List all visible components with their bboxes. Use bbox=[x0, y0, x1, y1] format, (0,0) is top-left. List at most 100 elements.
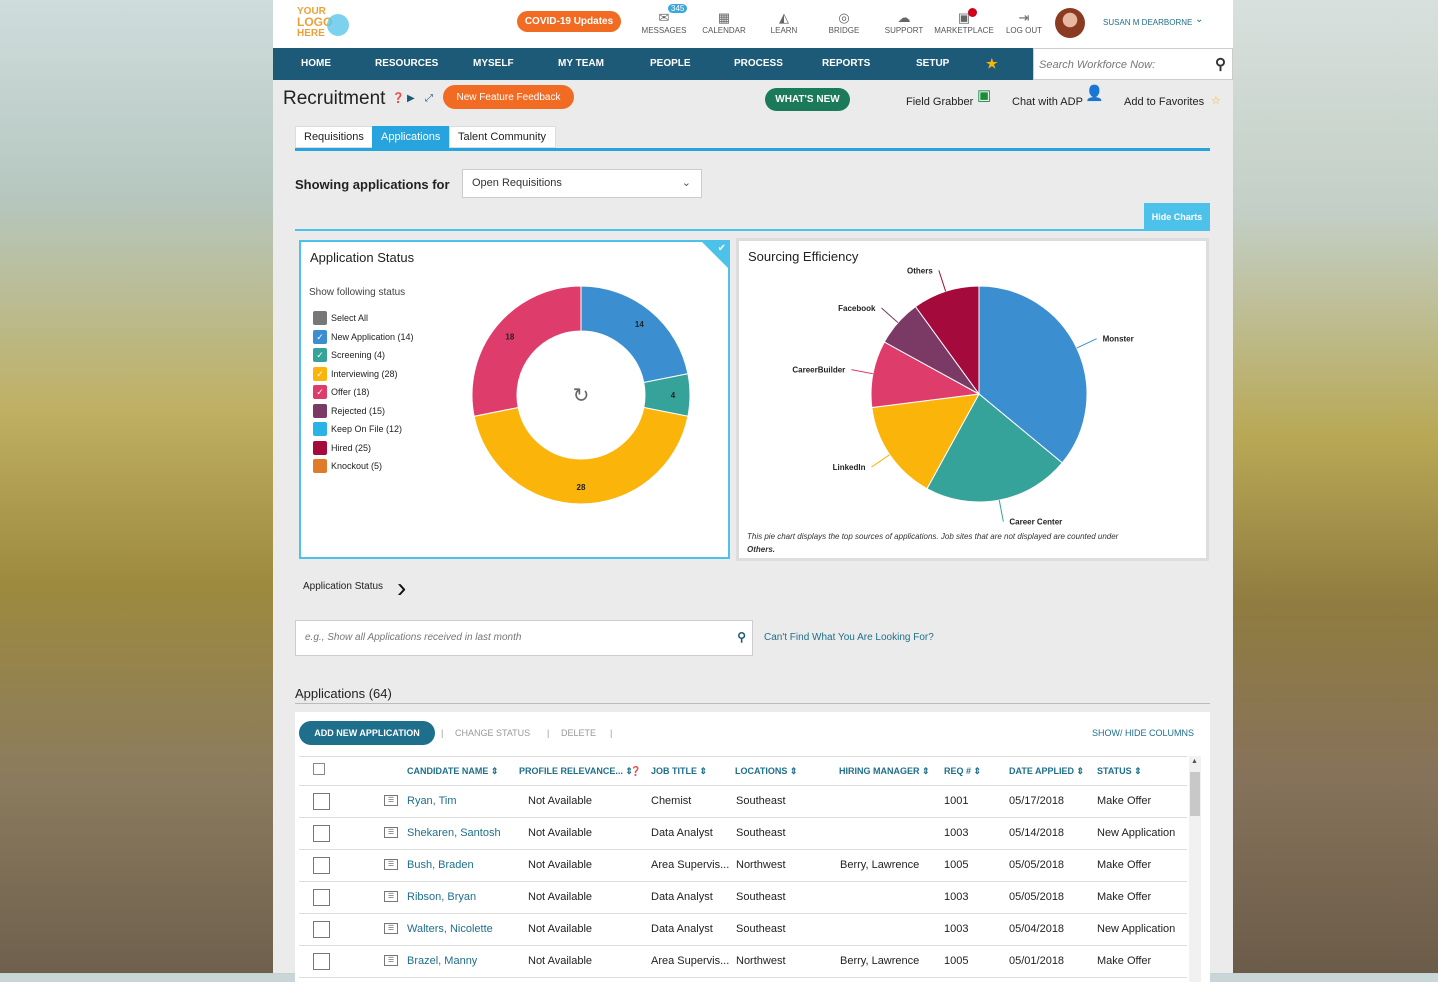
col-req-number[interactable]: REQ # ⇕ bbox=[944, 766, 981, 777]
legend-item[interactable]: Hired (25) bbox=[313, 440, 371, 455]
scroll-thumb[interactable] bbox=[1190, 772, 1200, 816]
cell-rel: Not Available bbox=[528, 955, 593, 967]
sourcing-pie-chart: Monster Career Center LinkedIn CareerBuilde… bbox=[792, 266, 1134, 527]
status-donut-chart: 14 4 28 18 ↻ bbox=[471, 285, 691, 505]
table-row: ☰ Brazel, Manny Not Available Area Supervis… bbox=[299, 946, 1187, 978]
cant-find-link[interactable]: Can't Find What You Are Looking For? bbox=[764, 632, 934, 643]
legend-item[interactable]: Knockout (5) bbox=[313, 459, 382, 473]
vcard-icon[interactable]: ☰ bbox=[384, 827, 398, 838]
vcard-icon[interactable]: ☰ bbox=[384, 923, 398, 934]
pie-connector bbox=[1076, 338, 1097, 349]
content: Requisitions Applications Talent Communi… bbox=[273, 0, 1233, 982]
checked-checkbox[interactable]: ✓ bbox=[313, 366, 327, 381]
select-all-checkbox[interactable] bbox=[313, 763, 325, 775]
requisition-filter-select[interactable]: Open Requisitions ⌄ bbox=[462, 169, 702, 198]
select-value: Open Requisitions bbox=[472, 177, 562, 189]
row-checkbox[interactable] bbox=[313, 825, 330, 842]
unchecked-checkbox[interactable] bbox=[313, 440, 327, 455]
cell-status: Make Offer bbox=[1097, 859, 1152, 871]
cell-req: 1001 bbox=[944, 795, 969, 807]
cell-name[interactable]: Ryan, Tim bbox=[407, 795, 457, 807]
cell-name[interactable]: Brazel, Manny bbox=[407, 955, 477, 967]
legend-item[interactable]: ✓ Screening (4) bbox=[313, 348, 385, 362]
cell-date: 05/17/2018 bbox=[1009, 795, 1065, 807]
pie-label: Monster bbox=[1103, 335, 1134, 344]
cell-job: Data Analyst bbox=[651, 827, 713, 839]
vcard-icon[interactable]: ☰ bbox=[384, 955, 398, 966]
application-status-panel[interactable]: Application Status ✔ Show following stat… bbox=[299, 240, 730, 559]
tab-applications[interactable]: Applications bbox=[372, 126, 450, 148]
col-candidate-name[interactable]: CANDIDATE NAME ⇕ bbox=[407, 766, 498, 777]
application-status-toggle[interactable]: Application Status › bbox=[303, 572, 406, 603]
row-checkbox[interactable] bbox=[313, 793, 330, 810]
row-checkbox[interactable] bbox=[313, 921, 330, 938]
row-checkbox[interactable] bbox=[313, 857, 330, 874]
cell-name[interactable]: Bush, Braden bbox=[407, 859, 474, 871]
refresh-icon[interactable]: ↻ bbox=[573, 385, 590, 407]
cell-job: Chemist bbox=[651, 795, 692, 807]
col-status[interactable]: STATUS ⇕ bbox=[1097, 766, 1142, 777]
pie-label: Career Center bbox=[1009, 518, 1062, 527]
legend-item[interactable]: Rejected (15) bbox=[313, 403, 385, 418]
unchecked-checkbox[interactable] bbox=[313, 311, 327, 325]
unchecked-checkbox[interactable] bbox=[313, 459, 327, 473]
legend-label: Offer (18) bbox=[331, 387, 370, 397]
cell-job: Area Supervis... bbox=[651, 859, 730, 871]
cell-loc: Southeast bbox=[736, 891, 786, 903]
delete-button[interactable]: DELETE bbox=[561, 728, 596, 738]
donut-slice-offer[interactable] bbox=[471, 285, 582, 417]
tab-requisitions[interactable]: Requisitions bbox=[295, 126, 373, 148]
cell-name[interactable]: Walters, Nicolette bbox=[407, 923, 493, 935]
checked-checkbox[interactable]: ✓ bbox=[313, 329, 327, 344]
col-job-title[interactable]: JOB TITLE ⇕ bbox=[651, 766, 707, 777]
legend-label: Select All bbox=[331, 313, 369, 323]
legend-item[interactable]: Keep On File (12) bbox=[313, 422, 402, 436]
unchecked-checkbox[interactable] bbox=[313, 403, 327, 418]
vcard-icon[interactable]: ☰ bbox=[384, 795, 398, 806]
col-date-applied[interactable]: DATE APPLIED ⇕ bbox=[1009, 766, 1084, 777]
query-placeholder: e.g., Show all Applications received in … bbox=[305, 632, 522, 643]
cell-status: Make Offer bbox=[1097, 955, 1152, 967]
scroll-up-icon[interactable]: ▲ bbox=[1191, 758, 1198, 765]
legend-item[interactable]: ✓ New Application (14) bbox=[313, 329, 414, 344]
legend-item[interactable]: ✓ Interviewing (28) bbox=[313, 366, 398, 381]
change-status-button[interactable]: CHANGE STATUS bbox=[455, 728, 530, 738]
search-icon[interactable]: ⚲ bbox=[737, 630, 746, 644]
vcard-icon[interactable]: ☰ bbox=[384, 859, 398, 870]
tab-talent-community[interactable]: Talent Community bbox=[449, 126, 556, 148]
hide-charts-button[interactable]: Hide Charts bbox=[1144, 203, 1210, 230]
cell-status: Make Offer bbox=[1097, 891, 1152, 903]
tab-underline bbox=[295, 148, 1210, 151]
pie-connector bbox=[871, 454, 890, 468]
donut-slice-new-application[interactable] bbox=[580, 285, 689, 384]
legend-item[interactable]: Select All bbox=[313, 311, 368, 325]
pie-label: LinkedIn bbox=[833, 463, 866, 472]
pie-label: Facebook bbox=[838, 304, 876, 313]
natural-language-search-input[interactable]: e.g., Show all Applications received in … bbox=[295, 620, 753, 656]
table-row: ☰ Bush, Braden Not Available Area Supervis.… bbox=[299, 850, 1187, 882]
applications-divider bbox=[295, 703, 1210, 704]
legend-item[interactable]: ✓ Offer (18) bbox=[313, 385, 369, 399]
row-checkbox[interactable] bbox=[313, 889, 330, 906]
cell-date: 05/01/2018 bbox=[1009, 955, 1065, 967]
checked-checkbox[interactable]: ✓ bbox=[313, 348, 327, 362]
cell-status: New Application bbox=[1097, 923, 1176, 935]
pie-label: CareerBuilder bbox=[792, 366, 845, 375]
pie-connector bbox=[938, 270, 947, 292]
table-scrollbar[interactable]: ▲ bbox=[1189, 756, 1201, 982]
col-profile-relevance[interactable]: PROFILE RELEVANCE... ⇕ bbox=[519, 766, 633, 777]
unchecked-checkbox[interactable] bbox=[313, 422, 327, 436]
checked-checkbox[interactable]: ✓ bbox=[313, 385, 327, 399]
legend-label: Screening (4) bbox=[331, 350, 386, 360]
cell-name[interactable]: Shekaren, Santosh bbox=[407, 827, 501, 839]
table-row: ☰ Ribson, Bryan Not Available Data Analyst S… bbox=[299, 882, 1187, 914]
help-icon[interactable]: ❓ bbox=[630, 766, 641, 777]
col-hiring-manager[interactable]: HIRING MANAGER ⇕ bbox=[839, 766, 930, 777]
col-locations[interactable]: LOCATIONS ⇕ bbox=[735, 766, 797, 777]
vcard-icon[interactable]: ☰ bbox=[384, 891, 398, 902]
row-checkbox[interactable] bbox=[313, 953, 330, 970]
add-new-application-button[interactable]: ADD NEW APPLICATION bbox=[299, 721, 435, 745]
show-hide-columns-link[interactable]: SHOW/ HIDE COLUMNS bbox=[1092, 728, 1194, 738]
cell-name[interactable]: Ribson, Bryan bbox=[407, 891, 476, 903]
show-status-label: Show following status bbox=[309, 287, 406, 298]
